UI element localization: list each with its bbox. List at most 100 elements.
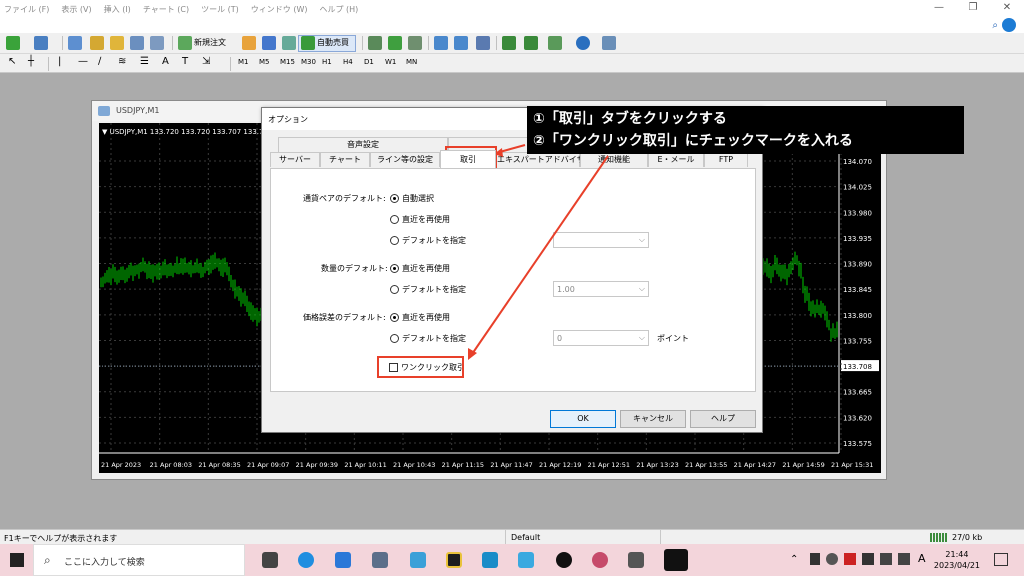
one-click-checkbox[interactable]: [389, 363, 398, 372]
app-icon-2[interactable]: [446, 552, 462, 568]
timeframe-h1[interactable]: H1: [320, 57, 334, 67]
calculator-icon[interactable]: [372, 552, 388, 568]
editor-icon[interactable]: [242, 36, 256, 50]
ime-indicator[interactable]: A: [918, 552, 926, 565]
network-icon[interactable]: [880, 553, 892, 565]
edge-icon[interactable]: [298, 552, 314, 568]
speaker-icon[interactable]: [898, 553, 910, 565]
taskbar-search[interactable]: ⌕ ここに入力して検索: [33, 544, 245, 576]
tab-ftp[interactable]: FTP: [704, 152, 748, 167]
app-icon-5[interactable]: [556, 552, 572, 568]
terminal-icon[interactable]: [130, 36, 144, 50]
line-chart-icon[interactable]: [408, 36, 422, 50]
zoom-in-icon[interactable]: [434, 36, 448, 50]
currency-select[interactable]: ⌵: [553, 232, 649, 248]
tab-notifications[interactable]: 通知機能: [580, 152, 648, 167]
quantity-recent-radio[interactable]: [390, 264, 399, 273]
bar-chart-icon[interactable]: [368, 36, 382, 50]
timeframe-d1[interactable]: D1: [362, 57, 376, 67]
cursor-icon[interactable]: ↖: [8, 56, 16, 67]
new-chart-icon[interactable]: [6, 36, 20, 50]
timeframe-m5[interactable]: M5: [257, 57, 272, 67]
menu-item-6[interactable]: ヘルプ (H): [319, 4, 358, 15]
timeframe-mn[interactable]: MN: [404, 57, 419, 67]
periods-icon[interactable]: [576, 36, 590, 50]
indicators-icon[interactable]: [548, 36, 562, 50]
menu-item-3[interactable]: チャート (C): [143, 4, 189, 15]
auto-scroll-icon[interactable]: [502, 36, 516, 50]
calendar-icon[interactable]: [335, 552, 351, 568]
menu-item-1[interactable]: 表示 (V): [61, 4, 91, 15]
tray-icon-2[interactable]: [826, 553, 838, 565]
auto-trade-button[interactable]: 自動売買: [317, 37, 349, 48]
tab-objects[interactable]: ライン等の設定: [370, 152, 440, 167]
slippage-select[interactable]: 0 ⌵: [553, 330, 649, 346]
horizontal-line-icon[interactable]: —: [78, 56, 88, 67]
chevron-up-icon[interactable]: ⌃: [790, 554, 798, 565]
text-icon[interactable]: A: [162, 56, 169, 67]
camera-icon[interactable]: [628, 552, 644, 568]
currency-recent-radio[interactable]: [390, 215, 399, 224]
crosshair-icon[interactable]: ┼: [28, 56, 34, 67]
windows-start-icon[interactable]: [10, 553, 24, 567]
channel-icon[interactable]: ≋: [118, 56, 126, 67]
market-watch-icon[interactable]: [68, 36, 82, 50]
tile-windows-icon[interactable]: [476, 36, 490, 50]
data-window-icon[interactable]: [90, 36, 104, 50]
timeframe-m1[interactable]: M1: [236, 57, 251, 67]
quantity-specify-radio[interactable]: [390, 285, 399, 294]
zoom-out-icon[interactable]: [454, 36, 468, 50]
ok-button[interactable]: OK: [550, 410, 616, 428]
menu-item-2[interactable]: 挿入 (I): [104, 4, 131, 15]
community-icon[interactable]: [1002, 18, 1016, 32]
mt4-icon[interactable]: [664, 549, 688, 571]
globe-icon[interactable]: [282, 36, 296, 50]
cancel-button[interactable]: キャンセル: [620, 410, 686, 428]
task-view-icon[interactable]: [262, 552, 278, 568]
chart-shift-icon[interactable]: [524, 36, 538, 50]
battery-icon[interactable]: [862, 553, 874, 565]
quantity-select[interactable]: 1.00 ⌵: [553, 281, 649, 297]
tab-trade[interactable]: 取引: [440, 150, 496, 168]
tab-server[interactable]: サーバー: [270, 152, 320, 167]
slippage-specify-radio[interactable]: [390, 334, 399, 343]
app-icon-3[interactable]: [482, 552, 498, 568]
timeframe-m15[interactable]: M15: [278, 57, 297, 67]
tab-expert-advisors[interactable]: エキスパートアドバイザ: [496, 152, 585, 167]
arrows-icon[interactable]: ⇲: [202, 56, 210, 67]
timeframe-m30[interactable]: M30: [299, 57, 318, 67]
new-order-button[interactable]: 新規注文: [194, 37, 226, 48]
fibonacci-icon[interactable]: ☰: [140, 56, 149, 67]
tray-icon-3[interactable]: [844, 553, 856, 565]
search-icon[interactable]: ⌕: [992, 20, 998, 31]
taskbar-clock[interactable]: 21:44 2023/04/21: [934, 549, 980, 571]
tab-sound[interactable]: 音声設定: [278, 137, 448, 152]
timeframe-h4[interactable]: H4: [341, 57, 355, 67]
currency-auto-radio[interactable]: [390, 194, 399, 203]
timeframe-w1[interactable]: W1: [383, 57, 398, 67]
trendline-icon[interactable]: ∕: [98, 56, 101, 67]
vertical-line-icon[interactable]: |: [58, 56, 61, 67]
currency-specify-radio[interactable]: [390, 236, 399, 245]
menu-item-4[interactable]: ツール (T): [201, 4, 239, 15]
new-order-icon[interactable]: [178, 36, 192, 50]
app-icon-4[interactable]: [518, 552, 534, 568]
auto-trade-icon[interactable]: [301, 36, 315, 50]
tray-icon-1[interactable]: [810, 553, 820, 565]
help-button[interactable]: ヘルプ: [690, 410, 756, 428]
tab-email[interactable]: E・メール: [648, 152, 704, 167]
menu-item-5[interactable]: ウィンドウ (W): [251, 4, 308, 15]
close-icon[interactable]: ✕: [990, 0, 1024, 18]
app-icon-1[interactable]: [410, 552, 426, 568]
minimize-icon[interactable]: —: [922, 0, 956, 18]
navigator-icon[interactable]: [110, 36, 124, 50]
tester-icon[interactable]: [150, 36, 164, 50]
app-icon-6[interactable]: [592, 552, 608, 568]
text-label-icon[interactable]: T: [182, 56, 188, 67]
user-icon[interactable]: [262, 36, 276, 50]
tab-chart[interactable]: チャート: [320, 152, 370, 167]
templates-icon[interactable]: [602, 36, 616, 50]
slippage-recent-radio[interactable]: [390, 313, 399, 322]
restore-icon[interactable]: ❐: [956, 0, 990, 18]
profiles-icon[interactable]: [34, 36, 48, 50]
